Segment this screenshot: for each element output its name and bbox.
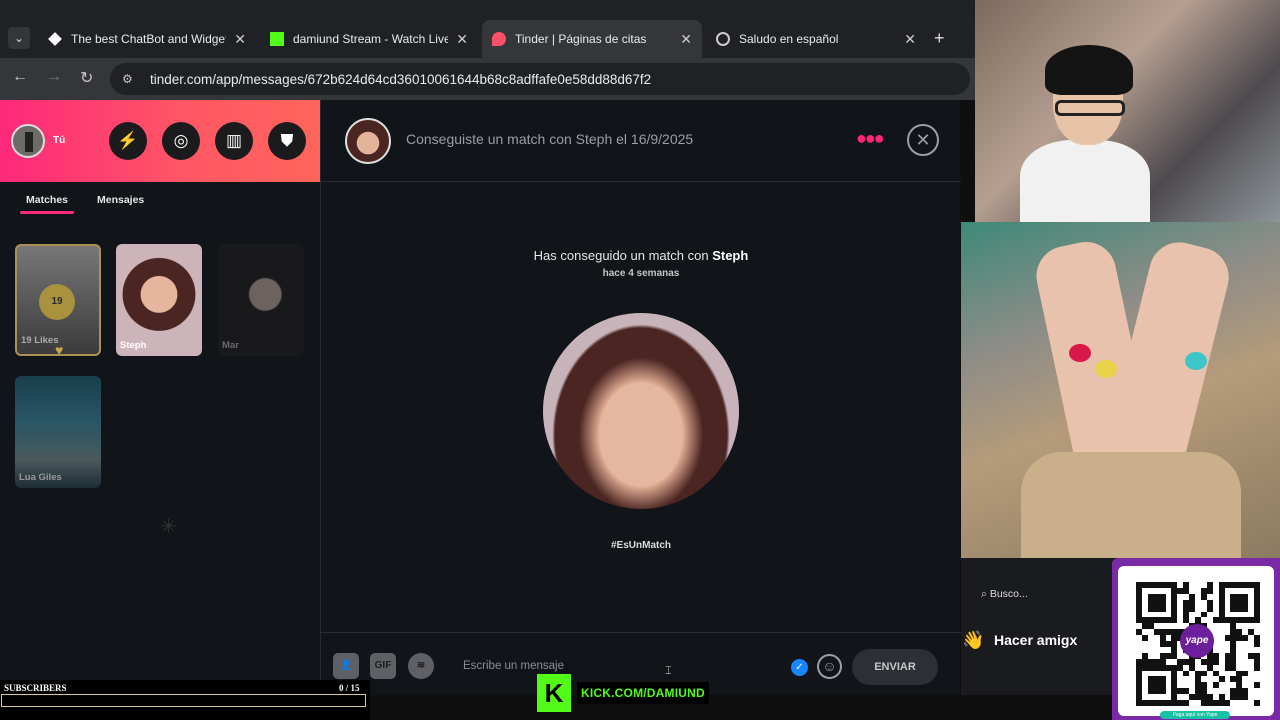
tab-search-button[interactable]: ⌄ [8,27,30,49]
message-input[interactable] [463,660,763,672]
tab-title: Saludo en español [739,32,839,46]
tab-messages[interactable]: Mensajes [97,194,144,206]
yape-qr-panel: yape Paga aquí con Yape [1112,558,1280,720]
close-tab-icon[interactable]: ✕ [904,31,916,48]
tinder-flame-icon [492,32,506,46]
spotify-icon[interactable]: ≋ [408,653,434,679]
match-photo[interactable] [543,313,739,509]
boost-icon[interactable]: ⚡ [109,122,147,160]
match-time-ago: hace 4 semanas [602,268,680,279]
explore-icon[interactable]: ◎ [162,122,200,160]
browser-tab-bar: ⌄ The best ChatBot and Widgets ✕ damiund… [0,0,975,58]
subscribers-goal: SUBSCRIBERS 0 / 15 [0,680,370,720]
site-settings-icon[interactable]: ⚙ [122,70,140,88]
wave-hand-icon: 👋 [962,630,985,650]
kick-icon [270,32,284,46]
kick-url: KICK.COM/DAMIUND [577,682,709,704]
address-bar: ← → ↻ ⚙ tinder.com/app/messages/672b624d… [0,58,975,100]
tab-title: The best ChatBot and Widgets [71,32,227,46]
loading-spinner-icon: ✳ [160,516,177,538]
chat-search[interactable]: ⌕ Busco... [981,588,1028,601]
gold-heart-icon: ♥ [55,342,64,356]
text-cursor-icon: ⌶ [665,665,672,677]
chat-panel: Conseguiste un match con Steph el 16/9/2… [320,100,961,695]
match-date-text: Conseguiste un match con Steph el 16/9/2… [406,131,694,147]
headline-name: Steph [712,248,749,263]
match-card-lua[interactable]: Lua Giles [15,376,101,488]
back-icon[interactable]: ← [12,68,28,86]
avatar[interactable] [11,124,45,158]
kick-banner: K KICK.COM/DAMIUND [537,674,709,712]
sidebar-tabs: Matches Mensajes [0,182,320,232]
diamond-icon [48,32,62,46]
match-name: Mar [222,340,239,351]
close-tab-icon[interactable]: ✕ [456,31,468,48]
webcam-streamer [975,0,1280,222]
match-name: Steph [120,340,147,351]
sidebar-header: Tú ⚡ ◎ ▥ ⛊ [0,100,320,182]
shield-icon[interactable]: ⛊ [268,122,306,160]
new-tab-button[interactable]: + [934,28,945,49]
send-button[interactable]: ENVIAR [852,649,938,685]
search-icon: ⌕ [981,588,987,600]
profile-label[interactable]: Tú [53,135,65,146]
url-field[interactable]: ⚙ tinder.com/app/messages/672b624d64cd36… [110,63,970,95]
stream-chat-panel: ⌕ Busco... 👋 Hacer amigx [961,558,1116,695]
contact-card-icon[interactable]: 👤 [333,653,359,679]
tab-title: Tinder | Páginas de citas [515,32,647,46]
yape-note: Paga aquí con Yape [1160,711,1230,719]
match-card-steph[interactable]: Steph [116,244,202,356]
tab-title: damiund Stream - Watch Live o [293,32,449,46]
match-card-mar[interactable]: Mar [218,244,304,356]
match-avatar[interactable] [345,118,391,164]
qr-code: yape [1118,566,1274,716]
close-tab-icon[interactable]: ✕ [234,31,246,48]
kick-logo-icon: K [537,674,571,712]
tab-chatbot[interactable]: The best ChatBot and Widgets ✕ [38,20,256,58]
chat-header: Conseguiste un match con Steph el 16/9/2… [321,100,961,182]
likes-count-badge: 19 [39,284,75,320]
reload-icon[interactable]: ↻ [80,68,93,88]
chat-message: 👋 Hacer amigx [962,630,1078,650]
chat-message-text: Hacer amigx [994,632,1078,648]
emoji-icon[interactable]: ☺ [817,654,842,679]
headline-text: Has conseguido un match con [533,248,709,263]
tab-matches[interactable]: Matches [19,194,75,214]
gif-button[interactable]: GIF [370,653,396,679]
chat-search-text: Busco... [989,588,1028,600]
tab-kick[interactable]: damiund Stream - Watch Live o ✕ [260,20,478,58]
close-icon[interactable]: ✕ [907,124,939,156]
subscribers-label: SUBSCRIBERS [4,683,67,693]
yape-logo: yape [1180,624,1214,658]
tab-chatgpt[interactable]: Saludo en español ✕ [706,20,926,58]
match-headline: Has conseguido un match con Steph [321,248,961,263]
tinder-sidebar: Tú ⚡ ◎ ▥ ⛊ Matches Mensajes 19 19 Likes … [0,100,320,695]
openai-icon [716,32,730,46]
more-options-icon[interactable]: ●●● [856,128,885,149]
likes-label: 19 Likes [21,335,59,346]
subscribers-count: 0 / 15 [339,683,360,693]
tab-tinder[interactable]: Tinder | Páginas de citas ✕ [482,20,702,58]
webcam-guest [961,222,1280,558]
match-hashtag: #EsUnMatch [610,540,671,551]
close-tab-icon[interactable]: ✕ [680,31,692,48]
forward-icon[interactable]: → [46,68,62,86]
subscribers-progress-bar [1,694,366,707]
url-text: tinder.com/app/messages/672b624d64cd3601… [150,71,652,87]
verified-check-icon[interactable]: ✓ [791,659,808,676]
briefcase-icon[interactable]: ▥ [215,122,253,160]
likes-card[interactable]: 19 19 Likes ♥ [15,244,101,356]
match-name: Lua Giles [19,472,62,483]
